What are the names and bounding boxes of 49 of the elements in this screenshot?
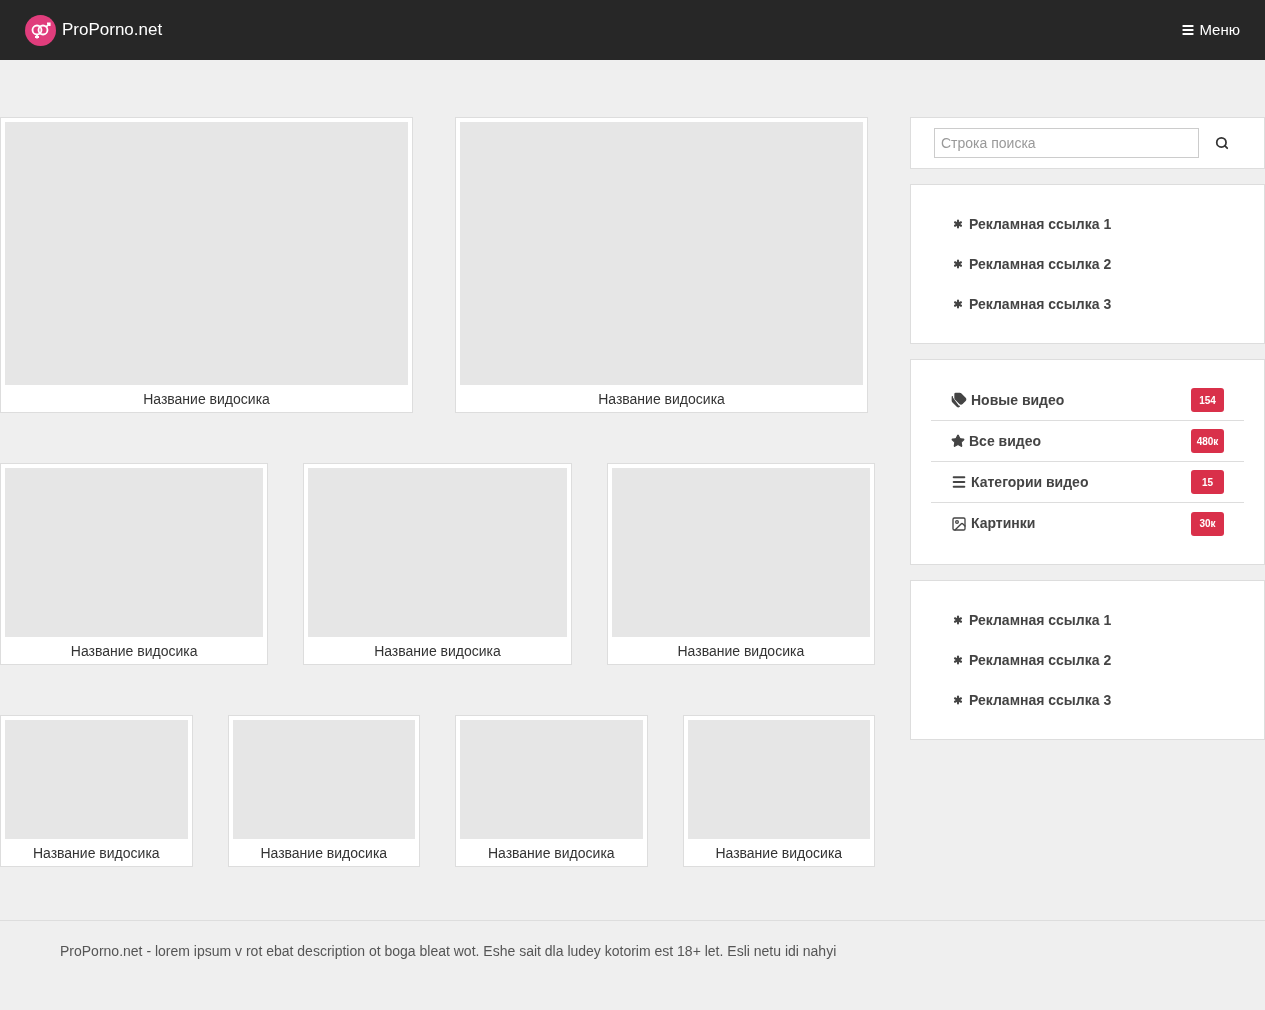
list-icon [951, 474, 967, 490]
tags-icon [951, 392, 967, 408]
asterisk-icon [951, 257, 965, 271]
video-card[interactable]: Название видосика [455, 117, 868, 413]
video-card[interactable]: Название видосика [682, 715, 875, 867]
video-title: Название видосика [597, 391, 726, 407]
count-badge: 30к [1191, 511, 1224, 536]
video-card[interactable]: Название видосика [606, 463, 875, 665]
count-badge: 480к [1191, 429, 1224, 453]
asterisk-icon [951, 297, 965, 311]
nav-item[interactable]: Все видео 480к [931, 421, 1244, 462]
search-icon[interactable] [1215, 136, 1229, 150]
asterisk-icon [951, 217, 965, 231]
nav-item[interactable]: Новые видео 154 [931, 380, 1244, 421]
video-title: Название видосика [676, 643, 806, 659]
menu-button[interactable]: Меню [1181, 18, 1240, 42]
count-badge: 15 [1191, 470, 1224, 494]
video-title: Название видосика [142, 391, 271, 407]
star-icon [951, 434, 965, 448]
video-card[interactable]: Название видосика [0, 117, 413, 413]
asterisk-icon [951, 613, 965, 627]
video-title: Название видосика [714, 845, 844, 861]
gender-symbols-icon [25, 14, 56, 46]
video-card[interactable]: Название видосика [303, 463, 572, 665]
video-title: Название видосика [486, 845, 616, 861]
video-title: Название видосика [259, 845, 389, 861]
video-card[interactable]: Название видосика [227, 715, 420, 867]
video-title: Название видосика [31, 845, 161, 861]
count-badge: 154 [1191, 388, 1224, 412]
image-icon [951, 515, 967, 532]
ad-link[interactable]: Рекламная ссылка 1 [951, 215, 1112, 233]
ad-link[interactable]: Рекламная ссылка 2 [951, 255, 1112, 273]
video-card[interactable]: Название видосика [0, 463, 269, 665]
video-card[interactable]: Название видосика [455, 715, 648, 867]
ad-link[interactable]: Рекламная ссылка 2 [951, 651, 1112, 669]
asterisk-icon [951, 693, 965, 707]
ad-link[interactable]: Рекламная ссылка 3 [951, 295, 1112, 313]
video-title: Название видосика [69, 643, 199, 659]
ad-link[interactable]: Рекламная ссылка 3 [951, 691, 1112, 709]
menu-icon [1181, 23, 1196, 37]
video-card[interactable]: Название видосика [0, 715, 193, 867]
nav-item[interactable]: Категории видео 15 [931, 462, 1244, 503]
ad-link[interactable]: Рекламная ссылка 1 [951, 611, 1112, 629]
site-logo[interactable]: ProPorno.net [25, 14, 163, 46]
nav-item[interactable]: Картинки 30к [931, 503, 1244, 544]
footer-text: ProPorno.net - lorem ipsum v rot ebat description ot boga bleat wot. Eshe sait dla ludey kotorim est 18+ let. Esli netu idi nahyi [60, 942, 838, 961]
search-field[interactable]: Строка поиска [934, 128, 1200, 158]
asterisk-icon [951, 653, 965, 667]
video-title: Название видосика [373, 643, 502, 659]
